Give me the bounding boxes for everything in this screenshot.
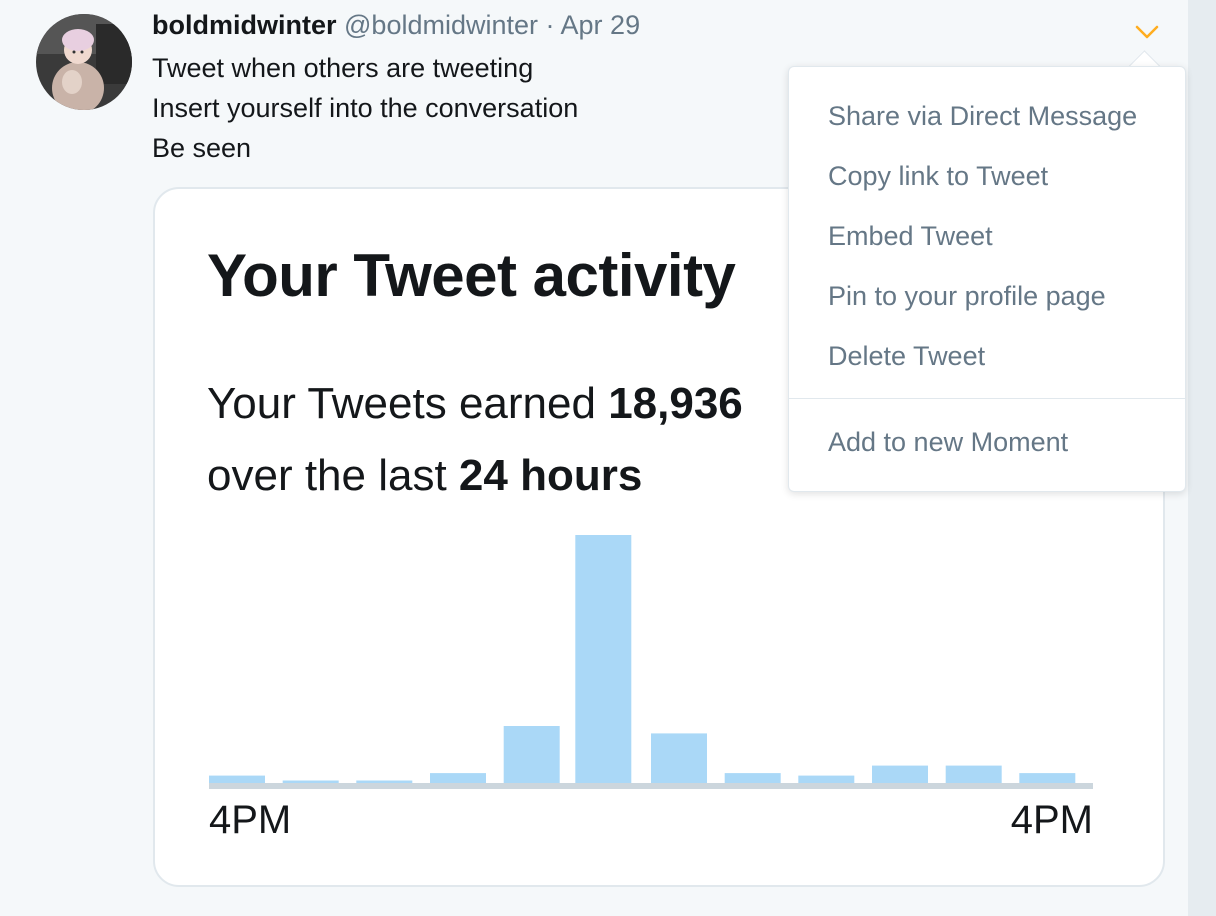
tweet-text: Tweet when others are tweeting Insert yo… bbox=[152, 48, 578, 168]
tweet-line: Tweet when others are tweeting bbox=[152, 53, 534, 83]
chart-bar bbox=[503, 726, 560, 783]
x-tick-label: 4PM bbox=[209, 798, 291, 842]
menu-item-share-dm[interactable]: Share via Direct Message bbox=[828, 101, 1137, 132]
x-tick-label: 4PM bbox=[1011, 798, 1093, 842]
menu-item-embed[interactable]: Embed Tweet bbox=[828, 221, 993, 252]
chart-bar bbox=[1019, 773, 1076, 783]
chart-bar bbox=[798, 775, 855, 783]
tweet-line: Be seen bbox=[152, 133, 252, 163]
tweet-line: Insert yourself into the conversation bbox=[152, 93, 579, 123]
tweet-date[interactable]: Apr 29 bbox=[561, 10, 641, 40]
tweet-header: boldmidwinter @boldmidwinter · Apr 29 bbox=[152, 10, 640, 41]
avatar[interactable] bbox=[36, 14, 132, 110]
separator-dot: · bbox=[545, 10, 555, 40]
menu-item-delete[interactable]: Delete Tweet bbox=[828, 341, 985, 372]
chart-bar bbox=[945, 765, 1002, 783]
tweet-actions-menu: Share via Direct Message Copy link to Tw… bbox=[788, 66, 1186, 492]
menu-divider bbox=[789, 398, 1185, 399]
menu-item-pin[interactable]: Pin to your profile page bbox=[828, 281, 1106, 312]
chart-bar bbox=[651, 733, 707, 783]
display-name[interactable]: boldmidwinter bbox=[152, 10, 337, 40]
chart-bar bbox=[356, 780, 413, 783]
chart-bar bbox=[430, 773, 486, 783]
menu-item-copy-link[interactable]: Copy link to Tweet bbox=[828, 161, 1048, 192]
chart-bar bbox=[209, 775, 265, 783]
chart-bar bbox=[575, 535, 632, 783]
chart-bar bbox=[724, 773, 781, 783]
chart-baseline bbox=[209, 783, 1093, 789]
user-handle[interactable]: @boldmidwinter bbox=[344, 10, 538, 40]
avatar-image bbox=[36, 14, 132, 110]
chart-bar bbox=[282, 780, 339, 783]
chart-bar bbox=[872, 765, 928, 783]
menu-item-add-moment[interactable]: Add to new Moment bbox=[828, 427, 1068, 458]
page-gutter bbox=[1188, 0, 1216, 916]
chevron-down-icon[interactable] bbox=[1132, 20, 1162, 44]
